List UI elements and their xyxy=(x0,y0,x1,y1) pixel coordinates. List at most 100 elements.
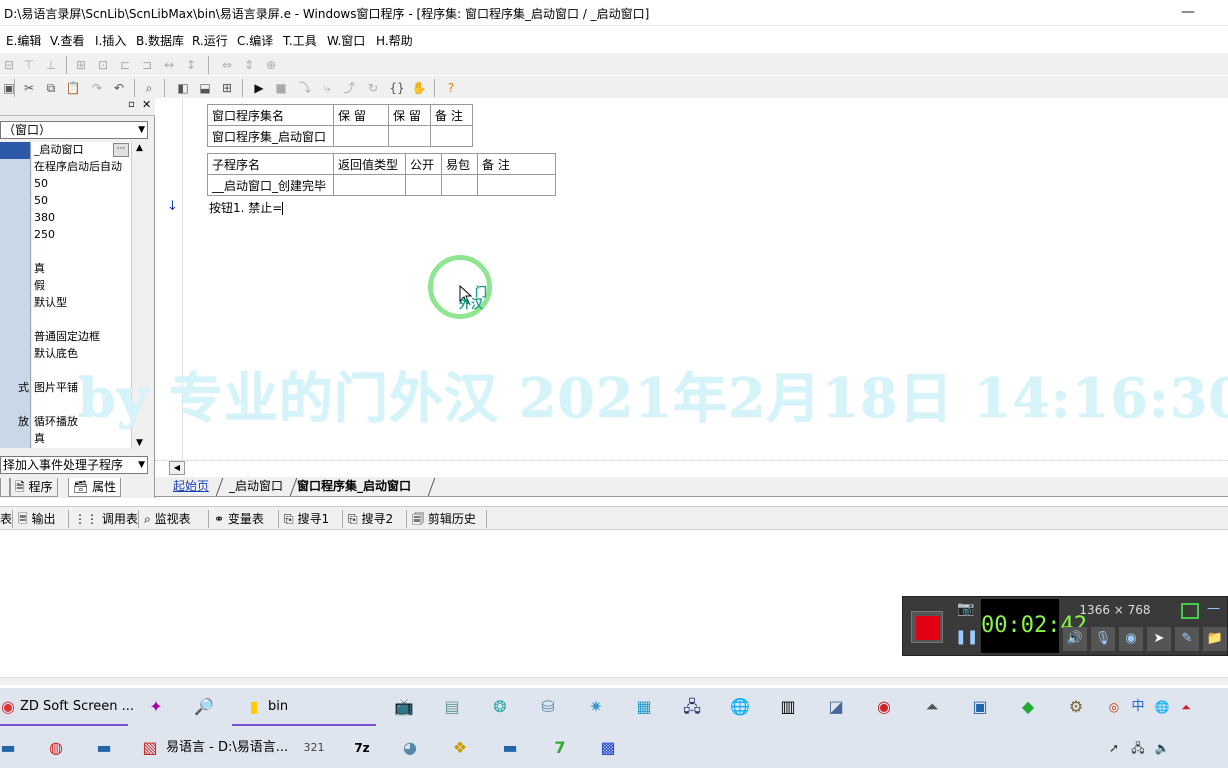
app-icon-13[interactable]: ◍ xyxy=(44,736,68,760)
webcam-icon[interactable]: ◉ xyxy=(1119,627,1143,651)
event-select[interactable]: 择加入事件处理子程序 ▼ xyxy=(0,456,148,474)
eyuyan-icon[interactable]: ▧ xyxy=(138,736,162,760)
menu-edit[interactable]: E.编辑 xyxy=(6,32,41,49)
app-icon-12[interactable]: ⚙ xyxy=(1064,695,1088,719)
width-icon[interactable]: ⇔ xyxy=(218,56,236,74)
tray-ime[interactable]: 中 xyxy=(1126,695,1150,719)
property-row[interactable] xyxy=(0,312,148,329)
app-icon-9[interactable]: ⏶ xyxy=(920,695,944,719)
task-bin[interactable]: bin xyxy=(268,688,288,726)
app-icon-6[interactable]: ▦ xyxy=(632,695,656,719)
center-h-icon[interactable]: ⊞ xyxy=(72,56,90,74)
chevron-left-icon[interactable]: ◀ xyxy=(169,461,185,475)
app-icon-16[interactable]: ▩ xyxy=(596,736,620,760)
restore-icon[interactable]: ▫ xyxy=(128,99,135,110)
same-height-icon[interactable]: ⊐ xyxy=(138,56,156,74)
tab-program[interactable]: 🗎 程序 xyxy=(10,478,58,497)
pause-icon[interactable]: ❚❚ xyxy=(955,629,978,651)
window-icon[interactable]: ▬ xyxy=(92,736,116,760)
app-icon-8[interactable]: ◪ xyxy=(824,695,848,719)
app-icon-10[interactable]: ▣ xyxy=(968,695,992,719)
panel-bottom-icon[interactable]: ⬓ xyxy=(196,79,214,97)
tab-window-assembly[interactable]: 窗口程序集_启动窗口 xyxy=(289,478,421,496)
chrome-icon[interactable]: ◉ xyxy=(0,695,20,719)
property-row[interactable]: 50 xyxy=(0,193,148,210)
close-icon[interactable]: ✕ xyxy=(142,98,151,111)
redo-icon[interactable]: ↷ xyxy=(88,79,106,97)
tab-clip-history[interactable]: 🗐 剪辑历史 xyxy=(412,510,476,531)
property-row[interactable]: 假 xyxy=(0,278,148,295)
chevron-up-icon[interactable]: ▲ xyxy=(136,143,143,153)
pen-icon[interactable]: ✎ xyxy=(1175,627,1199,651)
app-icon-1[interactable]: ✦ xyxy=(144,695,168,719)
7zip-icon[interactable]: 7z xyxy=(350,736,374,760)
app-icon-321[interactable]: 321 xyxy=(302,736,326,760)
minimize-button[interactable]: — xyxy=(1168,0,1208,26)
undo-icon[interactable]: ↶ xyxy=(110,79,128,97)
space-v-icon[interactable]: ↕ xyxy=(182,56,200,74)
align-bottom-icon[interactable]: ⊥ xyxy=(42,56,60,74)
tray-network-icon[interactable]: 🖧 xyxy=(1126,736,1150,760)
app-icon-7[interactable]: ▥ xyxy=(776,695,800,719)
menu-tools[interactable]: T.工具 xyxy=(283,32,317,49)
property-row[interactable]: 250 xyxy=(0,227,148,244)
app-icon-14[interactable]: ◕ xyxy=(398,736,422,760)
menu-database[interactable]: B.数据库 xyxy=(136,32,184,49)
cursor-icon[interactable]: ➤ xyxy=(1147,627,1171,651)
property-row[interactable]: 380 xyxy=(0,210,148,227)
record-stop-button[interactable] xyxy=(911,611,943,643)
tab-properties[interactable]: 🗃 属性 xyxy=(68,478,122,497)
panel-left-icon[interactable]: ◧ xyxy=(174,79,192,97)
app-icon-3[interactable]: ❂ xyxy=(488,695,512,719)
tab-start-page[interactable]: 起始页 xyxy=(165,478,219,496)
stop-icon[interactable]: ■ xyxy=(272,79,290,97)
app-icon-11[interactable]: ◆ xyxy=(1016,695,1040,719)
globe-icon[interactable]: 🌐 xyxy=(728,695,752,719)
tray-volume-icon[interactable]: 🔈 xyxy=(1150,736,1174,760)
hidden-tab[interactable]: 表 xyxy=(0,510,12,527)
editor-hscroll[interactable]: ◀ xyxy=(155,460,1228,476)
tab-call-stack[interactable]: ⋮⋮ 调用表 xyxy=(74,510,138,527)
subroutine-name-cell[interactable]: __启动窗口_创建完毕 xyxy=(207,174,334,196)
tab-watch[interactable]: ⌕ 监视表 xyxy=(144,510,191,527)
menu-view[interactable]: V.查看 xyxy=(50,32,84,49)
microphone-icon[interactable]: 🎙 xyxy=(1091,627,1115,651)
property-row[interactable]: 真 xyxy=(0,261,148,278)
component-select[interactable]: （窗口） ▼ xyxy=(0,121,148,139)
network-app-icon[interactable]: 🖧 xyxy=(680,695,704,719)
menu-help[interactable]: H.帮助 xyxy=(376,32,413,49)
align-top-icon[interactable]: ⊤ xyxy=(20,56,38,74)
property-row[interactable]: 在程序启动后自动 xyxy=(0,159,148,176)
assembly-name-cell[interactable]: 窗口程序集_启动窗口 xyxy=(207,125,334,147)
center-v-icon[interactable]: ⊡ xyxy=(94,56,112,74)
folder-icon[interactable]: 📁 xyxy=(1203,627,1227,651)
size-icon[interactable]: ⊕ xyxy=(262,56,280,74)
task-zd-soft[interactable]: ZD Soft Screen ... xyxy=(20,688,134,726)
minimize-icon[interactable]: — xyxy=(1207,601,1220,616)
tab-output[interactable]: 🗏 输出 xyxy=(18,510,56,531)
paste-icon[interactable]: 📋 xyxy=(64,79,82,97)
tab-startup-window[interactable]: _启动窗口 xyxy=(221,478,293,496)
tray-record-icon[interactable]: ◎ xyxy=(1102,695,1126,719)
space-h-icon[interactable]: ↔ xyxy=(160,56,178,74)
menu-compile[interactable]: C.编译 xyxy=(237,32,273,49)
step-over-icon[interactable]: ↻ xyxy=(364,79,382,97)
window-icon[interactable]: ▬ xyxy=(498,736,522,760)
property-row[interactable]: _启动窗口 ··· xyxy=(0,142,148,159)
step-icon[interactable]: ⤵ xyxy=(296,79,314,97)
record-app-icon[interactable]: ◉ xyxy=(872,695,896,719)
region-icon[interactable] xyxy=(1181,603,1199,619)
height-icon[interactable]: ⇕ xyxy=(240,56,258,74)
help-icon[interactable]: ? xyxy=(442,79,460,97)
tab-hidden[interactable] xyxy=(0,478,10,497)
tab-variables[interactable]: ⚭ 变量表 xyxy=(214,510,264,527)
menu-insert[interactable]: I.插入 xyxy=(95,32,126,49)
same-width-icon[interactable]: ⊏ xyxy=(116,56,134,74)
app-icon-4[interactable]: ⛁ xyxy=(536,695,560,719)
align-left-icon[interactable]: ⊟ xyxy=(0,56,18,74)
app-icon-5[interactable]: ✷ xyxy=(584,695,608,719)
window-icon[interactable]: ▬ xyxy=(0,736,20,760)
camera-icon[interactable]: 📷 xyxy=(955,601,977,621)
app-icon-15[interactable]: ❖ xyxy=(448,736,472,760)
ellipsis-button[interactable]: ··· xyxy=(113,143,129,157)
